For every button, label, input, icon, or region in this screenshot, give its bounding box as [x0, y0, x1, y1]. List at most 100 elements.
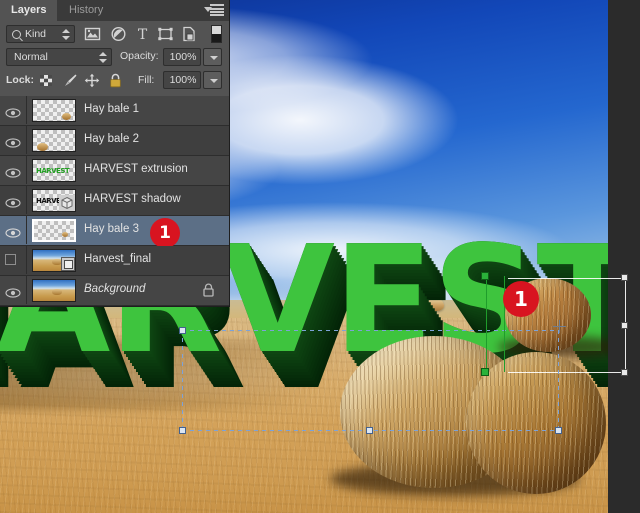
- green-guide-left-edge: [486, 276, 487, 372]
- svg-text:T: T: [138, 27, 148, 42]
- selection-handle-bottom-right[interactable]: [555, 427, 562, 434]
- eye-icon[interactable]: [5, 285, 21, 298]
- eye-icon[interactable]: [5, 195, 21, 208]
- visibility-cell[interactable]: [0, 276, 27, 304]
- tab-layers[interactable]: Layers: [0, 0, 58, 21]
- selection-handle-bottom-mid[interactable]: [366, 427, 373, 434]
- lock-image-pixels-icon[interactable]: [60, 73, 77, 88]
- stepper-down-arrow: [62, 36, 70, 40]
- layer-name[interactable]: Hay bale 1: [84, 103, 139, 115]
- panel-menu-line: [210, 4, 224, 6]
- shape-layer-filter-icon[interactable]: [157, 26, 174, 42]
- lock-transparency-icon[interactable]: [38, 73, 54, 88]
- fill-label: Fill:: [138, 74, 155, 86]
- filter-toggle-swatch[interactable]: [211, 25, 222, 43]
- green-handle-top[interactable]: [481, 272, 489, 280]
- smart-object-badge-icon: [61, 257, 75, 271]
- visibility-cell[interactable]: [0, 186, 27, 214]
- layer-thumbnail[interactable]: [32, 99, 76, 122]
- layer-row-hay-bale-2[interactable]: Hay bale 2: [0, 126, 229, 156]
- stepper-up-arrow: [99, 52, 107, 56]
- layer-row-harvest-shadow[interactable]: HARVEST HARVEST shadow: [0, 186, 229, 216]
- transform-box-top-edge: [508, 278, 626, 279]
- filter-kind-select[interactable]: Kind: [6, 25, 75, 43]
- layer-name[interactable]: Harvest_final: [84, 253, 151, 265]
- eye-icon[interactable]: [5, 105, 21, 118]
- layer-thumbnail[interactable]: [32, 129, 76, 152]
- eye-icon[interactable]: [5, 165, 21, 178]
- layer-list[interactable]: Hay bale 1 Hay bale 2 HARVEST HARVEST ex…: [0, 96, 229, 306]
- type-layer-filter-icon[interactable]: T: [134, 26, 151, 42]
- layer-thumbnail[interactable]: [32, 249, 76, 272]
- adjustment-layer-filter-icon[interactable]: [110, 26, 127, 42]
- layer-thumbnail[interactable]: [32, 279, 76, 302]
- eye-icon-off[interactable]: [5, 254, 16, 265]
- layers-panel[interactable]: Layers History Kind T Normal Opacity: 10…: [0, 0, 230, 307]
- eye-icon[interactable]: [5, 135, 21, 148]
- selection-box-top-edge: [182, 330, 558, 331]
- layer-thumbnail[interactable]: HARVEST: [32, 189, 76, 212]
- layer-filter-bar[interactable]: Kind T: [0, 21, 229, 46]
- selection-box-right-edge: [558, 330, 559, 430]
- canvas-gutter: [608, 0, 640, 513]
- layer-row-background[interactable]: Background: [0, 276, 229, 306]
- layer-locked-icon: [202, 283, 215, 297]
- thumbnail-bale: [62, 232, 68, 237]
- lock-bar[interactable]: Lock: Fill: 100%: [0, 69, 229, 92]
- panel-menu-line: [210, 8, 224, 10]
- pixel-layer-filter-icon[interactable]: [84, 26, 101, 42]
- blend-mode-stepper[interactable]: [99, 52, 107, 63]
- selection-box-left-edge: [182, 330, 183, 430]
- visibility-cell[interactable]: [0, 216, 27, 244]
- lock-all-icon[interactable]: [108, 73, 124, 88]
- layer-name[interactable]: HARVEST shadow: [84, 193, 181, 205]
- thumbnail-photo: [33, 280, 75, 301]
- transform-handle-bottom-right[interactable]: [621, 369, 628, 376]
- panel-menu-line: [210, 11, 224, 13]
- layer-row-hay-bale-1[interactable]: Hay bale 1: [0, 96, 229, 126]
- opacity-input[interactable]: 100%: [163, 48, 201, 66]
- annotation-badge-1: 1: [150, 218, 180, 248]
- layer-thumbnail[interactable]: HARVEST: [32, 159, 76, 182]
- eye-icon[interactable]: [5, 225, 21, 238]
- panel-tab-bar[interactable]: Layers History: [0, 0, 229, 21]
- visibility-cell[interactable]: [0, 156, 27, 184]
- tab-history[interactable]: History: [58, 0, 115, 21]
- transparency-checker: [34, 221, 74, 240]
- thumbnail-harvest-text: HARVEST: [36, 167, 70, 175]
- layer-name[interactable]: Background: [84, 283, 145, 295]
- blend-mode-select[interactable]: Normal: [6, 48, 112, 66]
- search-icon: [12, 30, 21, 39]
- blend-mode-bar[interactable]: Normal Opacity: 100%: [0, 46, 229, 69]
- opacity-dropdown-button[interactable]: [203, 48, 222, 66]
- thumbnail-bale: [37, 143, 48, 151]
- visibility-cell[interactable]: [0, 246, 27, 274]
- panel-menu-icon[interactable]: [204, 4, 224, 17]
- visibility-cell[interactable]: [0, 126, 27, 154]
- visibility-cell[interactable]: [0, 96, 27, 124]
- layer-name[interactable]: Hay bale 2: [84, 133, 139, 145]
- filter-kind-label: Kind: [25, 28, 47, 40]
- fill-input[interactable]: 100%: [163, 71, 201, 89]
- opacity-label: Opacity:: [120, 50, 159, 62]
- 3d-layer-badge-icon: [59, 195, 75, 211]
- filter-kind-stepper[interactable]: [62, 29, 70, 40]
- layer-row-harvest-extrusion[interactable]: HARVEST HARVEST extrusion: [0, 156, 229, 186]
- transform-handle-top-right[interactable]: [621, 274, 628, 281]
- fill-value: 100%: [169, 74, 197, 86]
- green-handle-bottom[interactable]: [481, 368, 489, 376]
- selection-handle-top-left[interactable]: [179, 327, 186, 334]
- selection-handle-bottom-left[interactable]: [179, 427, 186, 434]
- fill-dropdown-button[interactable]: [203, 71, 222, 89]
- transform-center-point[interactable]: [553, 320, 566, 333]
- layer-row-hay-bale-3[interactable]: Hay bale 3 1: [0, 216, 229, 248]
- panel-menu-line: [210, 14, 224, 16]
- layer-name[interactable]: Hay bale 3: [84, 223, 139, 235]
- smart-object-filter-icon[interactable]: [181, 26, 198, 42]
- layer-row-harvest-final[interactable]: Harvest_final: [0, 246, 229, 276]
- blend-mode-value: Normal: [14, 51, 48, 63]
- lock-position-icon[interactable]: [84, 73, 100, 88]
- layer-thumbnail[interactable]: [32, 219, 76, 242]
- transform-handle-middle-right[interactable]: [621, 322, 628, 329]
- layer-name[interactable]: HARVEST extrusion: [84, 163, 188, 175]
